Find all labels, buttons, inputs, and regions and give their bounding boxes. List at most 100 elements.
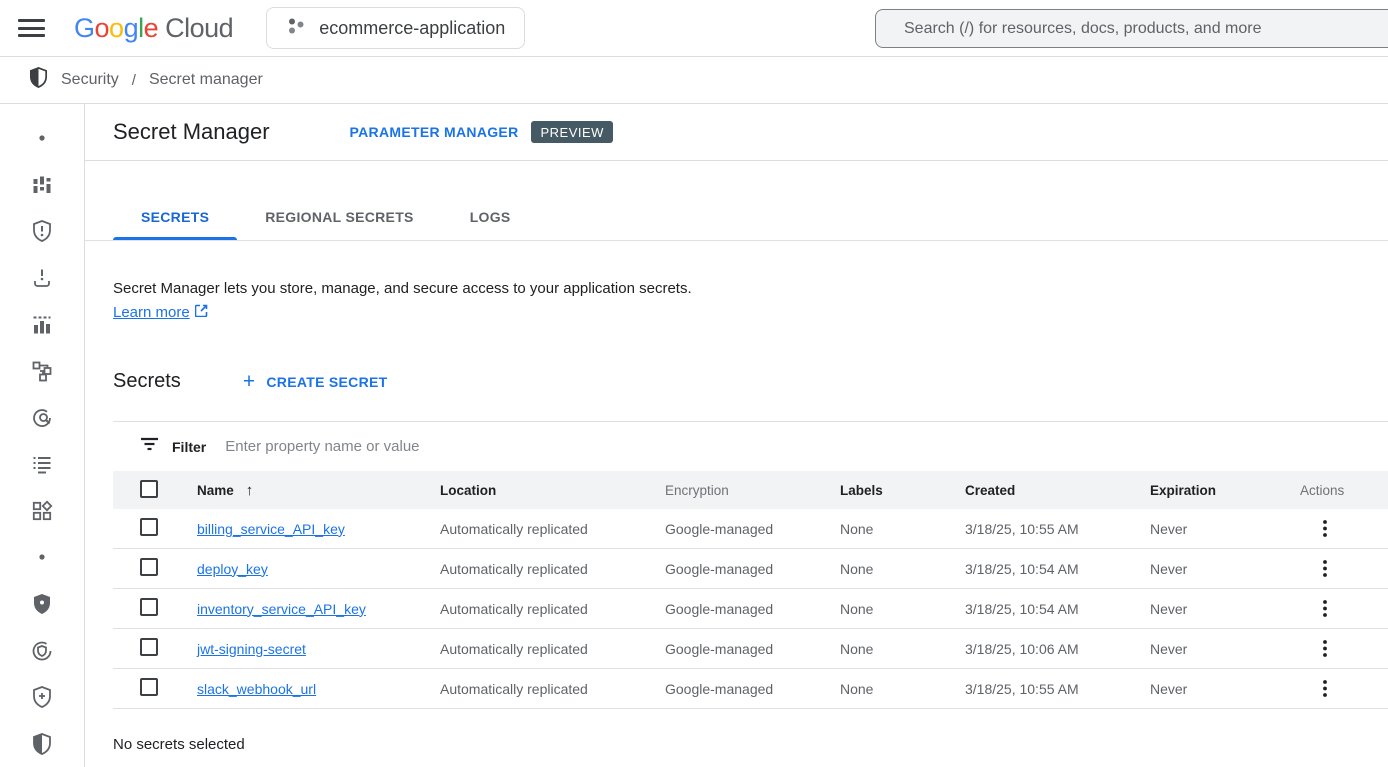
column-header-labels: Labels [840, 483, 965, 498]
plus-icon: + [243, 371, 256, 392]
security-sidebar [0, 104, 85, 767]
learn-more-label: Learn more [113, 304, 190, 321]
filter-icon [140, 436, 159, 457]
select-all-checkbox[interactable] [140, 480, 158, 498]
row-actions-menu-icon[interactable] [1317, 558, 1333, 579]
secret-link[interactable]: slack_webhook_url [197, 681, 316, 697]
cell-location: Automatically replicated [440, 601, 665, 617]
cell-created: 3/18/25, 10:54 AM [965, 561, 1150, 577]
secrets-heading: Secrets [113, 370, 181, 393]
preview-badge: PREVIEW [531, 121, 612, 143]
learn-more-link[interactable]: Learn more [113, 304, 208, 321]
list-icon[interactable] [14, 441, 70, 488]
breadcrumb-security[interactable]: Security [61, 71, 119, 89]
secret-link[interactable]: billing_service_API_key [197, 521, 345, 537]
breadcrumb: Security / Secret manager [0, 57, 1388, 104]
page-header: Secret Manager PARAMETER MANAGER PREVIEW [85, 104, 1388, 161]
filter-label: Filter [172, 439, 206, 455]
filter-bar: Filter [113, 422, 1388, 471]
create-secret-button[interactable]: + CREATE SECRET [243, 371, 388, 392]
dot-icon[interactable] [14, 534, 70, 581]
cell-location: Automatically replicated [440, 561, 665, 577]
cell-created: 3/18/25, 10:54 AM [965, 601, 1150, 617]
page-description: Secret Manager lets you store, manage, a… [113, 278, 1388, 299]
project-name: ecommerce-application [319, 18, 505, 39]
table-row: billing_service_API_key Automatically re… [113, 509, 1388, 549]
breadcrumb-secret-manager[interactable]: Secret manager [149, 71, 263, 89]
search-circle-icon[interactable] [14, 394, 70, 441]
secrets-table: Filter Name↑ Location Encryption Labels … [113, 421, 1388, 709]
sort-ascending-icon: ↑ [246, 482, 254, 499]
main-content: Secret Manager PARAMETER MANAGER PREVIEW… [85, 104, 1388, 767]
dashboard-blocks-icon[interactable] [14, 162, 70, 209]
shield-half-icon[interactable] [14, 721, 70, 767]
cell-expiration: Never [1150, 681, 1300, 697]
column-header-expiration: Expiration [1150, 483, 1300, 498]
secret-link[interactable]: jwt-signing-secret [197, 641, 306, 657]
cell-encryption: Google-managed [665, 681, 840, 697]
hamburger-menu-icon[interactable] [18, 17, 46, 39]
tab-bar: SECRETS REGIONAL SECRETS LOGS [85, 161, 1388, 241]
create-secret-label: CREATE SECRET [266, 374, 387, 390]
table-row: inventory_service_API_key Automatically … [113, 589, 1388, 629]
cell-created: 3/18/25, 10:55 AM [965, 521, 1150, 537]
cell-labels: None [840, 601, 965, 617]
parameter-manager-link[interactable]: PARAMETER MANAGER [350, 124, 519, 140]
row-actions-menu-icon[interactable] [1317, 678, 1333, 699]
row-actions-menu-icon[interactable] [1317, 638, 1333, 659]
cell-expiration: Never [1150, 561, 1300, 577]
cell-labels: None [840, 521, 965, 537]
tab-logs[interactable]: LOGS [442, 194, 539, 240]
filter-input[interactable] [225, 438, 925, 455]
logo-letter: o [95, 13, 110, 44]
security-shield-icon [27, 66, 50, 94]
logo-letter: o [109, 13, 124, 44]
tab-secrets[interactable]: SECRETS [113, 194, 237, 240]
grid-diamond-icon[interactable] [14, 488, 70, 535]
shield-plus-icon[interactable] [14, 674, 70, 721]
cell-labels: None [840, 681, 965, 697]
search-input[interactable] [904, 20, 1384, 38]
row-checkbox[interactable] [140, 518, 158, 536]
top-app-bar: Google Cloud ecommerce-application [0, 0, 1388, 57]
column-header-created: Created [965, 483, 1150, 498]
cell-location: Automatically replicated [440, 681, 665, 697]
project-selector[interactable]: ecommerce-application [266, 7, 525, 49]
cell-encryption: Google-managed [665, 641, 840, 657]
row-checkbox[interactable] [140, 598, 158, 616]
cell-expiration: Never [1150, 641, 1300, 657]
row-actions-menu-icon[interactable] [1317, 518, 1333, 539]
logo-letter: g [124, 13, 139, 44]
column-header-location: Location [440, 483, 665, 498]
logo-letter: e [144, 13, 159, 44]
inbox-alert-icon[interactable] [14, 255, 70, 302]
cell-encryption: Google-managed [665, 561, 840, 577]
cell-encryption: Google-managed [665, 521, 840, 537]
google-cloud-logo[interactable]: Google Cloud [74, 13, 233, 44]
cell-expiration: Never [1150, 601, 1300, 617]
page-title: Secret Manager [113, 119, 270, 145]
cell-location: Automatically replicated [440, 521, 665, 537]
column-header-actions: Actions [1300, 483, 1388, 498]
compliance-circle-icon[interactable] [14, 627, 70, 674]
row-checkbox[interactable] [140, 558, 158, 576]
row-checkbox[interactable] [140, 638, 158, 656]
table-header-row: Name↑ Location Encryption Labels Created… [113, 471, 1388, 509]
shield-filled-icon[interactable] [14, 581, 70, 628]
cell-encryption: Google-managed [665, 601, 840, 617]
secret-link[interactable]: deploy_key [197, 561, 268, 577]
logo-letter: G [74, 13, 95, 44]
logo-cloud-text: Cloud [165, 13, 233, 44]
table-row: deploy_key Automatically replicated Goog… [113, 549, 1388, 589]
table-row: slack_webhook_url Automatically replicat… [113, 669, 1388, 709]
secret-link[interactable]: inventory_service_API_key [197, 601, 366, 617]
cell-created: 3/18/25, 10:55 AM [965, 681, 1150, 697]
bar-chart-icon[interactable] [14, 301, 70, 348]
dot-icon[interactable] [14, 115, 70, 162]
row-checkbox[interactable] [140, 678, 158, 696]
row-actions-menu-icon[interactable] [1317, 598, 1333, 619]
tab-regional-secrets[interactable]: REGIONAL SECRETS [237, 194, 441, 240]
org-nodes-icon[interactable] [14, 348, 70, 395]
shield-alert-icon[interactable] [14, 208, 70, 255]
column-header-name[interactable]: Name↑ [197, 482, 440, 499]
